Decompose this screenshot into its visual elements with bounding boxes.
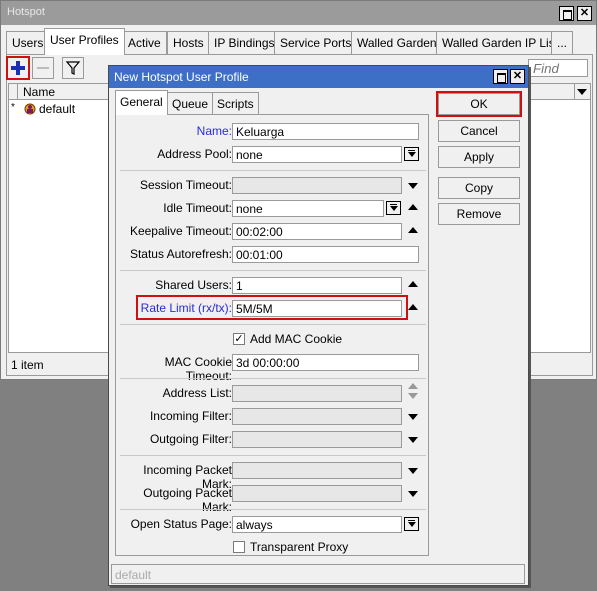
keepalive-collapse-icon[interactable] (408, 227, 418, 233)
divider (120, 170, 426, 171)
filter-button[interactable] (62, 57, 84, 79)
shared-users-field[interactable] (232, 277, 402, 294)
find-input[interactable] (528, 59, 588, 77)
rate-limit-collapse-icon[interactable] (408, 304, 418, 310)
address-pool-dropdown-icon[interactable] (404, 147, 419, 161)
cancel-button[interactable]: Cancel (438, 120, 520, 142)
status-autorefresh-field[interactable] (232, 246, 419, 263)
address-list-up-icon[interactable] (408, 383, 418, 389)
dialog-status: default (111, 564, 525, 584)
copy-button[interactable]: Copy (438, 177, 520, 199)
session-timeout-expand-icon[interactable] (408, 183, 418, 189)
transparent-proxy-checkbox[interactable] (233, 541, 245, 553)
mac-cookie-timeout-field[interactable] (232, 354, 419, 371)
tab-active[interactable]: Active (122, 31, 167, 54)
idle-timeout-dropdown-icon[interactable] (386, 201, 401, 215)
idle-timeout-select[interactable] (232, 200, 384, 217)
tab-ip-bindings[interactable]: IP Bindings (208, 31, 281, 54)
address-list-down-icon[interactable] (408, 393, 418, 399)
transparent-proxy-label: Transparent Proxy (250, 540, 349, 554)
divider (120, 270, 426, 271)
outgoing-filter-label: Outgoing Filter: (149, 432, 232, 446)
tab-walled-garden-ip-list[interactable]: Walled Garden IP List (436, 31, 565, 54)
tab-scripts[interactable]: Scripts (212, 92, 259, 114)
close-icon[interactable]: ✕ (577, 6, 592, 21)
keepalive-timeout-field[interactable] (232, 223, 402, 240)
divider (120, 324, 426, 325)
name-label: Name: (196, 124, 232, 138)
outgoing-filter-field[interactable] (232, 431, 402, 448)
divider (120, 455, 426, 456)
status-autorefresh-label: Status Autorefresh: (129, 247, 232, 261)
window-title: Hotspot (1, 1, 596, 25)
dialog-title: New Hotspot User Profile (109, 66, 528, 88)
maximize-icon[interactable] (559, 6, 574, 21)
remove-button[interactable]: Remove (438, 203, 520, 225)
incoming-packet-mark-expand-icon[interactable] (408, 468, 418, 474)
chevron-down-icon (577, 89, 587, 95)
list-item[interactable]: * default (9, 101, 109, 117)
shared-users-label: Shared Users: (155, 278, 232, 292)
open-status-page-dropdown-icon[interactable] (404, 517, 419, 531)
rate-limit-highlight (136, 295, 408, 320)
ok-button-highlight (436, 91, 522, 117)
dialog-close-icon[interactable]: ✕ (510, 69, 525, 84)
filter-icon (65, 61, 81, 75)
dialog-tab-bar: General Queue Scripts (115, 90, 315, 116)
tab-queue[interactable]: Queue (167, 92, 214, 114)
add-mac-cookie-label: Add MAC Cookie (250, 332, 343, 346)
tab-walled-garden[interactable]: Walled Garden (351, 31, 443, 54)
session-timeout-label: Session Timeout: (139, 178, 232, 192)
column-divider (17, 84, 18, 99)
row-name: default (39, 102, 76, 116)
profile-icon (24, 103, 36, 115)
address-pool-select[interactable] (232, 146, 402, 163)
minus-icon (37, 67, 49, 69)
incoming-filter-label: Incoming Filter: (149, 409, 232, 423)
row-marker: * (11, 102, 15, 113)
open-status-page-label: Open Status Page: (130, 517, 232, 531)
session-timeout-field[interactable] (232, 177, 402, 194)
idle-timeout-collapse-icon[interactable] (408, 204, 418, 210)
apply-button[interactable]: Apply (438, 146, 520, 168)
incoming-filter-field[interactable] (232, 408, 402, 425)
add-button-highlight (6, 56, 30, 80)
keepalive-timeout-label: Keepalive Timeout: (129, 224, 232, 238)
add-mac-cookie-checkbox[interactable]: ✓ (233, 333, 245, 345)
general-panel: Name: Address Pool: Session Timeout: Idl… (115, 114, 429, 556)
remove-button[interactable] (32, 57, 54, 79)
tab-users[interactable]: Users (6, 31, 50, 54)
tab-service-ports[interactable]: Service Ports (274, 31, 358, 54)
outgoing-packet-mark-field[interactable] (232, 485, 402, 502)
tab-user-profiles[interactable]: User Profiles (44, 28, 125, 55)
outgoing-packet-mark-expand-icon[interactable] (408, 491, 418, 497)
column-name[interactable]: Name (23, 85, 55, 99)
address-list-label: Address List: (162, 386, 232, 400)
divider (120, 509, 426, 510)
address-pool-label: Address Pool: (157, 147, 232, 161)
shared-users-collapse-icon[interactable] (408, 281, 418, 287)
profile-dialog: New Hotspot User Profile ✕ General Queue… (108, 65, 529, 586)
name-field[interactable] (232, 123, 419, 140)
incoming-packet-mark-field[interactable] (232, 462, 402, 479)
dialog-maximize-icon[interactable] (493, 69, 508, 84)
address-list-field[interactable] (232, 385, 402, 402)
divider (120, 378, 426, 379)
tab-general[interactable]: General (115, 90, 168, 115)
open-status-page-select[interactable] (232, 516, 402, 533)
tab-more[interactable]: ... (551, 31, 574, 54)
column-menu-button[interactable] (574, 84, 589, 99)
tab-hosts[interactable]: Hosts (167, 31, 210, 54)
outgoing-filter-expand-icon[interactable] (408, 437, 418, 443)
idle-timeout-label: Idle Timeout: (163, 201, 232, 215)
incoming-filter-expand-icon[interactable] (408, 414, 418, 420)
